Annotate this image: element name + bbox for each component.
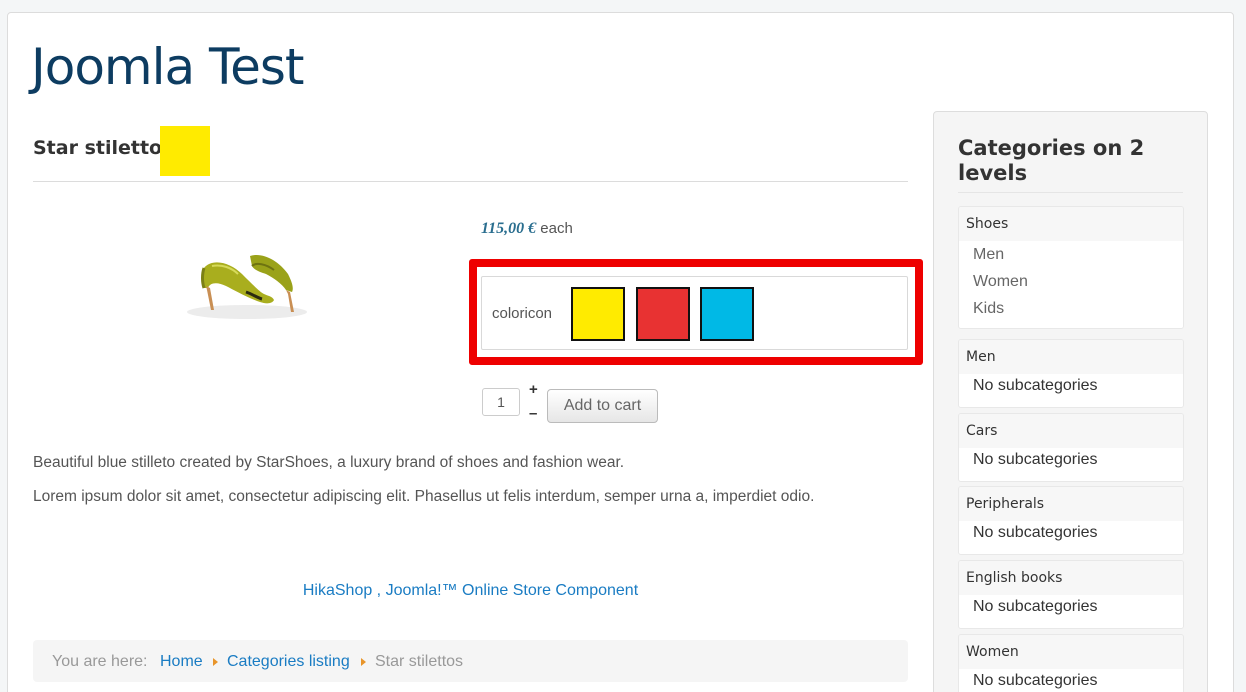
subcategory-link[interactable]: Women bbox=[959, 268, 1183, 295]
category-box-cars: Cars No subcategories bbox=[958, 413, 1184, 482]
no-subcategories-text: No subcategories bbox=[973, 377, 1098, 394]
color-swatch-yellow[interactable] bbox=[571, 287, 625, 341]
sidebar-categories: Categories on 2 levels Shoes Men Women K… bbox=[933, 111, 1208, 692]
title-color-swatch bbox=[160, 126, 210, 176]
sidebar-title: Categories on 2 levels bbox=[958, 136, 1145, 185]
category-heading[interactable]: Men bbox=[959, 340, 1183, 374]
price-unit: each bbox=[540, 220, 573, 237]
category-heading[interactable]: English books bbox=[959, 561, 1183, 595]
product-title: Star stilettos: bbox=[33, 137, 182, 159]
product-title-row: Star stilettos: bbox=[33, 126, 908, 182]
category-box-men: Men No subcategories bbox=[958, 339, 1184, 408]
breadcrumb-current: Star stilettos bbox=[375, 653, 464, 670]
no-subcategories-text: No subcategories bbox=[973, 672, 1098, 689]
shoe-image bbox=[187, 254, 307, 319]
no-subcategories-text: No subcategories bbox=[973, 598, 1098, 615]
category-box-peripherals: Peripherals No subcategories bbox=[958, 486, 1184, 555]
product-description-2: Lorem ipsum dolor sit amet, consectetur … bbox=[33, 488, 815, 505]
breadcrumb: You are here: Home Categories listing St… bbox=[33, 640, 908, 682]
no-subcategories-text: No subcategories bbox=[973, 524, 1098, 541]
quantity-input[interactable] bbox=[482, 388, 520, 416]
price-amount: 115,00 € bbox=[481, 220, 537, 237]
color-option-box: coloricon bbox=[481, 276, 908, 350]
hikashop-footer-link[interactable]: HikaShop , Joomla!™ Online Store Compone… bbox=[0, 582, 941, 600]
color-swatch-red[interactable] bbox=[636, 287, 690, 341]
breadcrumb-arrow-icon bbox=[361, 658, 366, 666]
price-display: 115,00 € each bbox=[481, 220, 573, 238]
category-heading[interactable]: Peripherals bbox=[959, 487, 1183, 521]
category-heading[interactable]: Women bbox=[959, 635, 1183, 669]
subcategory-link[interactable]: Men bbox=[959, 241, 1183, 268]
sidebar-title-divider bbox=[958, 192, 1183, 193]
product-image[interactable] bbox=[182, 238, 312, 322]
category-box-english-books: English books No subcategories bbox=[958, 560, 1184, 629]
breadcrumb-prefix: You are here: bbox=[52, 653, 148, 670]
breadcrumb-home-link[interactable]: Home bbox=[160, 653, 203, 671]
breadcrumb-categories-link[interactable]: Categories listing bbox=[227, 653, 350, 671]
no-subcategories-text: No subcategories bbox=[973, 451, 1098, 468]
add-to-cart-button[interactable]: Add to cart bbox=[547, 389, 658, 423]
site-title[interactable]: Joomla Test bbox=[31, 38, 305, 96]
category-box-shoes: Shoes Men Women Kids bbox=[958, 206, 1184, 329]
quantity-plus-button[interactable]: + bbox=[529, 381, 538, 398]
breadcrumb-arrow-icon bbox=[213, 658, 218, 666]
color-option-label: coloricon bbox=[492, 305, 553, 322]
product-description-1: Beautiful blue stilleto created by StarS… bbox=[33, 454, 625, 471]
category-heading[interactable]: Cars bbox=[959, 414, 1183, 448]
quantity-minus-button[interactable]: – bbox=[529, 405, 537, 422]
category-box-women: Women No subcategories bbox=[958, 634, 1184, 692]
subcategory-link[interactable]: Kids bbox=[959, 295, 1183, 322]
category-heading[interactable]: Shoes bbox=[959, 207, 1183, 241]
color-swatch-blue[interactable] bbox=[700, 287, 754, 341]
